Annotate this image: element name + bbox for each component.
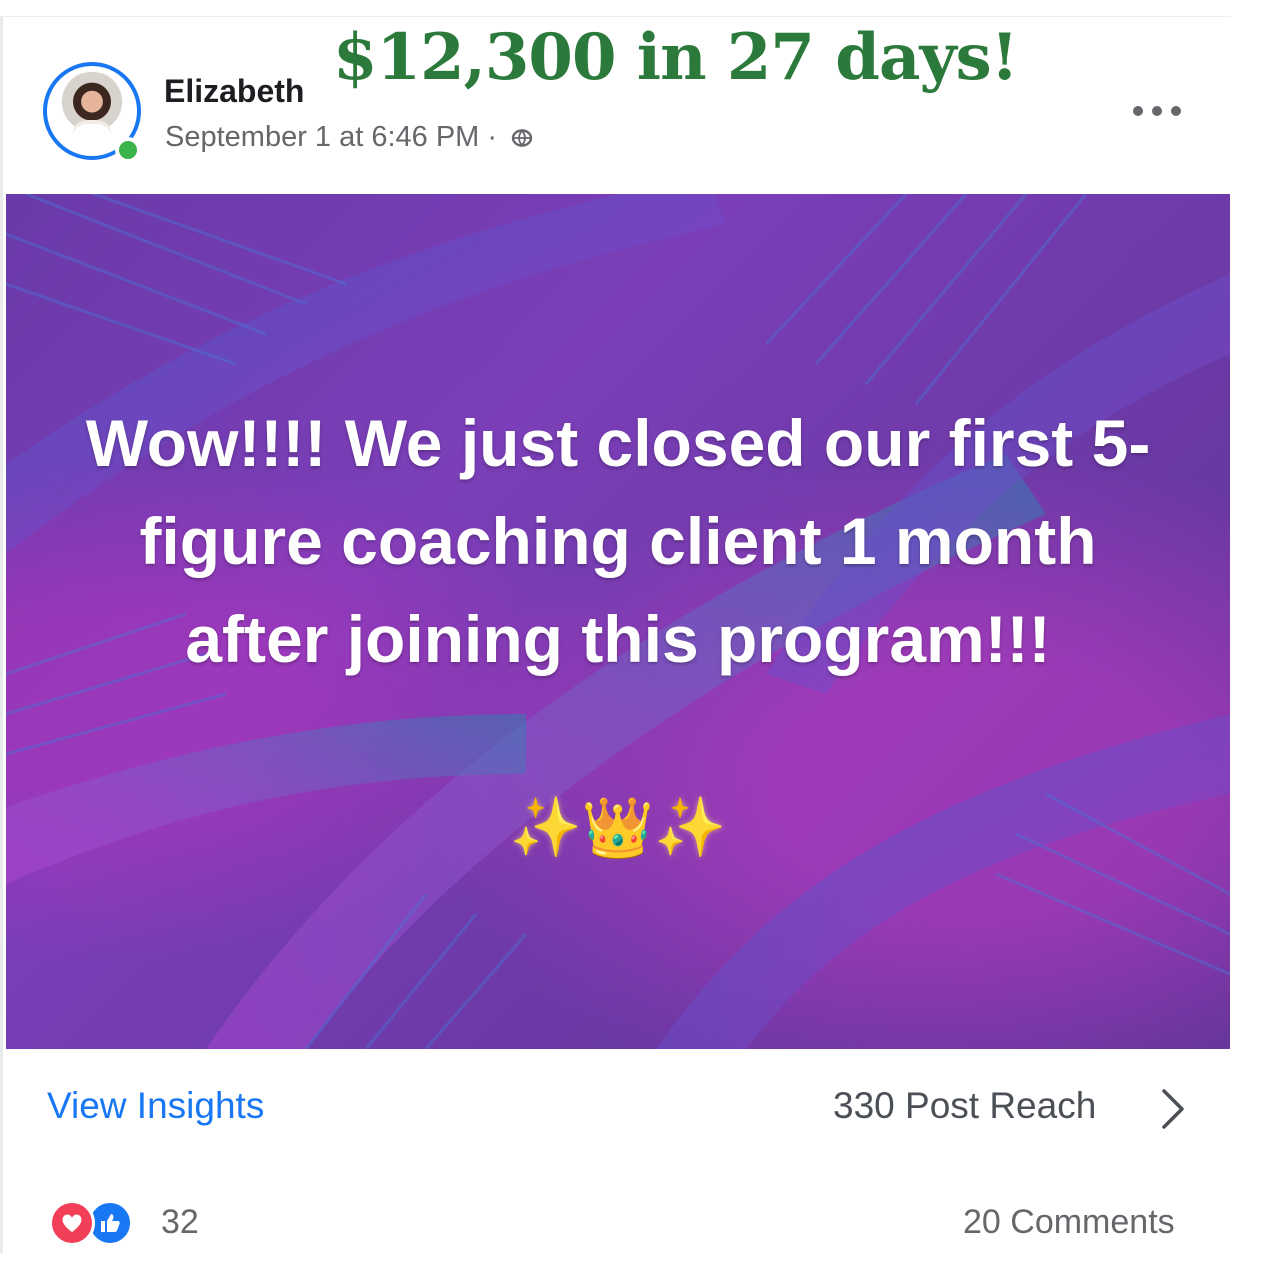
globe-icon [511,129,533,147]
post-timestamp[interactable]: September 1 at 6:46 PM · [165,121,497,153]
reaction-count[interactable]: 32 [161,1203,199,1242]
crown-icon: 👑 [581,793,655,861]
more-dot [1171,106,1181,116]
post-image-text: Wow!!!! We just closed our first 5-figur… [85,406,1151,676]
headline-overlay: $12,300 in 27 days! [333,20,1019,95]
sparkles-icon: ✨ [509,793,582,861]
emoji-row: ✨👑✨ [6,792,1230,862]
online-status-icon [115,137,141,163]
sparkles-icon: ✨ [654,793,727,861]
heart-icon [49,1200,95,1246]
author-name[interactable]: Elizabeth [164,73,304,110]
post-card: Elizabeth September 1 at 6:46 PM · Wow!!… [0,16,1231,1253]
post-reach[interactable]: 330 Post Reach [833,1085,1096,1127]
post-image[interactable]: Wow!!!! We just closed our first 5-figur… [6,194,1230,1049]
view-insights-link[interactable]: View Insights [47,1085,264,1127]
more-dot [1152,106,1162,116]
avatar-photo [53,72,131,150]
reactions-summary[interactable] [49,1200,145,1246]
comments-count[interactable]: 20 Comments [963,1203,1175,1242]
chevron-right-icon[interactable] [1158,1087,1188,1131]
more-options-icon[interactable] [1133,97,1181,125]
more-dot [1133,106,1143,116]
post-meta: September 1 at 6:46 PM · [165,121,533,154]
